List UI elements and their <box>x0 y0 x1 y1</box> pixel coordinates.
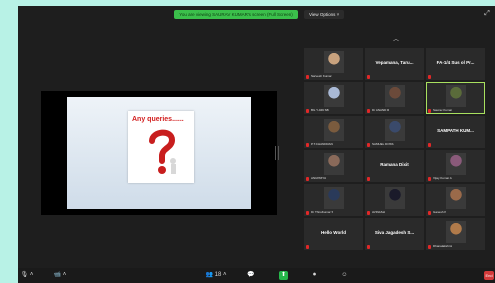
mic-muted-icon <box>367 75 370 79</box>
participant-tile[interactable]: Vijay Kumar A <box>426 150 485 182</box>
participant-tile[interactable]: SAMUEL DOSS <box>365 116 424 148</box>
participant-video <box>323 85 344 107</box>
participant-tile[interactable]: AVINASH <box>365 184 424 216</box>
participant-caption: Dr ANAND R <box>372 108 390 112</box>
mic-muted-icon <box>306 109 309 113</box>
participant-caption: AVINASH <box>372 210 385 214</box>
panel-resize-handle[interactable] <box>275 146 279 160</box>
participant-tile[interactable]: Dr ThiruKumar S <box>304 184 363 216</box>
participant-tile[interactable]: Vepamana, Taru... <box>365 48 424 80</box>
gallery-scroll-up-icon[interactable]: ︿ <box>389 36 403 45</box>
participant-name: Ramana Dixit <box>380 162 409 167</box>
mic-muted-icon <box>428 109 431 113</box>
mic-muted-icon <box>367 143 370 147</box>
question-mark-icon <box>149 129 176 174</box>
mic-muted-icon <box>367 109 370 113</box>
mic-muted-icon <box>367 245 370 249</box>
participant-tile[interactable]: SAMPATH KUM... <box>426 116 485 148</box>
participant-caption: Vijay Kumar A <box>433 176 452 180</box>
view-options-button[interactable]: View Options ˅ <box>304 10 345 19</box>
mic-muted-icon <box>428 211 431 215</box>
mute-button[interactable]: 🎙 ˄ <box>20 271 34 280</box>
participant-caption: SAMUEL DOSS <box>372 142 394 146</box>
mic-muted-icon <box>306 211 309 215</box>
participant-video <box>323 187 344 209</box>
participant-name: SAMPATH KUM... <box>437 128 474 133</box>
record-button[interactable]: ⏺ <box>310 271 319 280</box>
participant-caption: Dr ThiruKumar S <box>311 210 334 214</box>
participant-caption: P.T.CHANDRAN <box>311 142 333 146</box>
mic-muted-icon <box>428 177 431 181</box>
participant-tile[interactable]: Siva Jagadesh S... <box>365 218 424 250</box>
slide-card: Any queries...... <box>128 111 194 183</box>
participant-tile[interactable]: P.T.CHANDRAN <box>304 116 363 148</box>
participant-video <box>384 119 405 141</box>
participant-video <box>384 85 405 107</box>
slide-title: Any queries...... <box>132 116 184 123</box>
mic-muted-icon <box>428 245 431 249</box>
zoom-window: You are viewing SAURAV KUMAR's screen (F… <box>18 6 495 283</box>
participant-caption: Dhanalakshmi <box>433 244 453 248</box>
participant-tile[interactable]: FA-1/4 Sus ol Pr... <box>426 48 485 80</box>
mic-muted-icon <box>306 177 309 181</box>
participant-tile[interactable]: Hello World <box>304 218 363 250</box>
participant-video <box>323 51 344 73</box>
mic-muted-icon <box>428 143 431 147</box>
participant-name: FA-1/4 Sus ol Pr... <box>436 60 475 65</box>
mic-muted-icon <box>306 75 309 79</box>
participant-video <box>384 187 405 209</box>
reactions-button[interactable]: ☺ <box>340 271 349 280</box>
participant-video <box>445 85 466 107</box>
participant-name: Hello World <box>321 230 346 235</box>
participant-tile[interactable]: Ganesh P <box>426 184 485 216</box>
participant-video <box>323 119 344 141</box>
participant-caption: Sarvesh Kumar <box>311 74 332 78</box>
end-meeting-button[interactable]: End <box>484 271 494 280</box>
mic-muted-icon <box>306 143 309 147</box>
mic-muted-icon <box>306 245 309 249</box>
participant-name: Vepamana, Taru... <box>375 60 414 65</box>
shared-screen: Any queries...... <box>41 91 277 215</box>
viewing-screen-banner: You are viewing SAURAV KUMAR's screen (F… <box>174 10 298 19</box>
chat-button[interactable]: 💬 <box>246 271 256 280</box>
participant-name: Siva Jagadesh S... <box>374 230 415 235</box>
presentation-slide: Any queries...... <box>67 97 251 209</box>
mic-muted-icon <box>428 75 431 79</box>
mic-muted-icon <box>367 211 370 215</box>
participant-tile[interactable]: Dhanalakshmi <box>426 218 485 250</box>
participant-caption: Saurav Kumar <box>433 108 453 112</box>
participant-video <box>445 221 466 243</box>
mic-muted-icon <box>367 177 370 181</box>
participants-button[interactable]: 👥 18 ˄ <box>205 271 227 280</box>
participant-video <box>445 153 466 175</box>
share-screen-button[interactable]: ⬆ <box>279 271 288 280</box>
participant-video <box>445 187 466 209</box>
fullscreen-icon[interactable]: ⤢ <box>483 10 491 18</box>
participant-tile[interactable]: BG Y-049 SB <box>304 82 363 114</box>
participant-tile[interactable]: Dr ANAND R <box>365 82 424 114</box>
participant-caption: Ganesh P <box>433 210 447 214</box>
participant-caption: ANUPRIYA <box>311 176 327 180</box>
participant-tile[interactable]: Ramana Dixit <box>365 150 424 182</box>
participant-video <box>323 153 344 175</box>
meeting-toolbar: 🎙 ˄ 📹 ˄ 👥 18 ˄ 💬 ⬆ ⏺ ☺ End <box>18 268 495 283</box>
participant-tile[interactable]: ANUPRIYA <box>304 150 363 182</box>
participant-caption: BG Y-049 SB <box>311 108 329 112</box>
participant-tile[interactable]: Saurav Kumar <box>426 82 485 114</box>
video-button[interactable]: 📹 ˄ <box>52 271 68 280</box>
participant-tile[interactable]: Sarvesh Kumar <box>304 48 363 80</box>
